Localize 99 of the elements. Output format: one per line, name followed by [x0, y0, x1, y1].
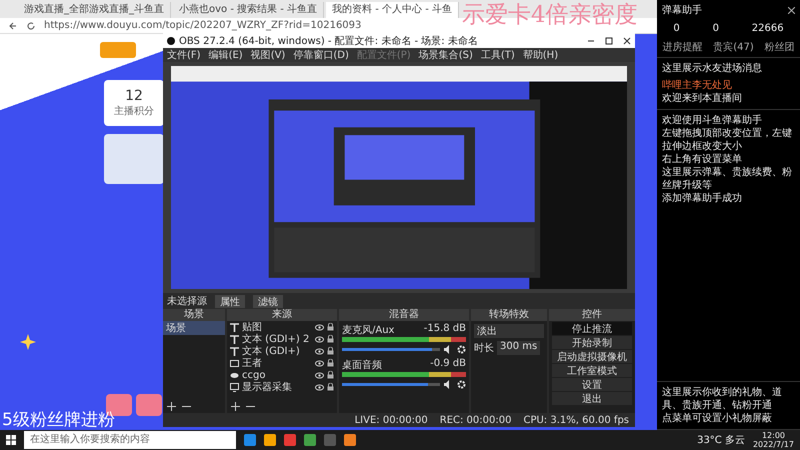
- channel-reading: -0.9 dB: [430, 358, 466, 371]
- close-icon[interactable]: [788, 6, 795, 14]
- transition-select[interactable]: 淡出: [474, 324, 544, 338]
- menu-item[interactable]: 编辑(E): [208, 48, 243, 62]
- panel-message: 这里展示你收到的礼物、道具、贵族开通、钻粉开通: [662, 386, 783, 412]
- channel-name: 麦克风/Aux: [342, 324, 394, 337]
- source-item[interactable]: ccgo: [242, 370, 312, 380]
- panel-tab[interactable]: 进房提醒: [662, 40, 702, 54]
- weather-text: 33°C 多云: [697, 434, 745, 447]
- obs-logo-icon: [167, 36, 175, 44]
- stat-count: 0: [712, 23, 719, 34]
- lock-icon[interactable]: [327, 323, 334, 331]
- stat-label: 主播积分: [114, 104, 154, 118]
- panel-header: 来源: [227, 309, 337, 321]
- add-icon[interactable]: [167, 402, 176, 411]
- control-button[interactable]: 设置: [552, 378, 632, 391]
- address-field[interactable]: https://www.douyu.com/topic/202207_WZRY_ZF?rid=10216093: [44, 20, 362, 32]
- source-item[interactable]: 显示器采集: [242, 380, 312, 394]
- panel-header: 控件: [549, 309, 635, 321]
- gift-overlay-text: 示爱卡4倍亲密度: [462, 1, 638, 30]
- user-name: 哔哩主李无处见: [662, 79, 732, 92]
- eye-icon[interactable]: [315, 360, 324, 366]
- panel-tab[interactable]: 贵宾(47): [713, 40, 754, 54]
- window-title: OBS 27.2.4 (64-bit, windows) - 配置文件: 未命名 - 场景: 未命名: [179, 34, 479, 48]
- settings-icon[interactable]: [457, 380, 466, 389]
- control-button[interactable]: 启动虚拟摄像机: [552, 350, 632, 363]
- fan-overlay-text: 5级粉丝牌进粉: [2, 409, 115, 431]
- close-icon[interactable]: [623, 36, 631, 44]
- menu-item[interactable]: 视图(V): [250, 48, 286, 62]
- back-icon[interactable]: [8, 20, 18, 30]
- volume-slider[interactable]: [342, 383, 440, 386]
- panel-message: 添加弹幕助手成功: [662, 192, 743, 205]
- eye-icon[interactable]: [315, 336, 324, 342]
- channel-reading: -15.8 dB: [424, 323, 466, 336]
- event-badge-placeholder: [136, 394, 162, 416]
- panel-header: 混音器: [339, 309, 469, 321]
- panel-header: 场景: [163, 309, 225, 321]
- window-source-icon: [230, 358, 239, 368]
- lock-icon[interactable]: [327, 371, 334, 379]
- status-text: CPU: 3.1%, 60.00 fps: [523, 414, 629, 426]
- panel-tab[interactable]: 粉丝团: [764, 40, 795, 54]
- source-item[interactable]: 王者: [242, 356, 312, 370]
- menu-item[interactable]: 场景集合(S): [418, 48, 473, 62]
- status-text: REC: 00:00:00: [440, 414, 512, 426]
- eye-icon[interactable]: [315, 324, 324, 330]
- panel-header: 转场特效: [471, 309, 547, 321]
- add-icon[interactable]: [231, 402, 240, 411]
- control-button[interactable]: 开始录制: [552, 336, 632, 349]
- eye-icon[interactable]: [315, 384, 324, 390]
- eye-icon[interactable]: [315, 348, 324, 354]
- stat-count: 0: [673, 23, 680, 34]
- lock-icon[interactable]: [327, 359, 334, 367]
- lock-icon[interactable]: [327, 383, 334, 391]
- entry-hint: 这里展示水友进场消息: [662, 62, 763, 75]
- source-toolbar-button[interactable]: 属性: [215, 294, 245, 308]
- panel-message: 左键拖拽顶部改变位置，左键拉伸边框改变大小: [662, 127, 793, 153]
- lock-icon[interactable]: [327, 335, 334, 343]
- status-text: LIVE: 00:00:00: [354, 414, 428, 426]
- source-item[interactable]: 文本 (GDI+): [242, 344, 312, 358]
- text-source-icon: [230, 334, 239, 344]
- taskbar-search-field[interactable]: 在这里输入你要搜索的内容: [24, 431, 236, 449]
- channel-name: 桌面音频: [342, 358, 382, 372]
- stat-count: 22666: [752, 23, 784, 34]
- control-button[interactable]: 退出: [552, 392, 632, 405]
- monitor-icon: [230, 382, 239, 392]
- stat-value: 12: [125, 88, 143, 104]
- lock-icon[interactable]: [327, 347, 334, 355]
- star-icon: [20, 334, 36, 350]
- text-source-icon: [230, 322, 239, 332]
- panel-message: 右上角有设置菜单: [662, 153, 743, 166]
- source-item[interactable]: 文本 (GDI+) 2: [242, 332, 312, 346]
- maximize-icon[interactable]: [605, 36, 613, 44]
- menu-item[interactable]: 文件(F): [167, 48, 201, 62]
- refresh-icon[interactable]: [26, 20, 36, 30]
- settings-icon[interactable]: [457, 345, 466, 354]
- panel-title: 弹幕助手: [662, 4, 702, 17]
- source-toolbar-button[interactable]: 滤镜: [253, 294, 283, 308]
- clock-date: 2022/7/17: [752, 440, 794, 449]
- source-item[interactable]: 贴图: [242, 320, 312, 334]
- volume-slider[interactable]: [342, 348, 440, 351]
- browser-tab[interactable]: 我的资料 - 个人中心 - 斗鱼: [326, 2, 460, 18]
- menu-item[interactable]: 停靠窗口(D): [293, 48, 349, 62]
- duration-field[interactable]: 300 ms: [497, 341, 540, 355]
- panel-message: 这里展示弹幕、贵族续费、粉丝牌升级等: [662, 166, 793, 192]
- duration-label: 时长: [474, 342, 494, 355]
- panel-message: 欢迎使用斗鱼弹幕助手: [662, 114, 763, 127]
- control-button[interactable]: 工作室模式: [552, 364, 632, 377]
- no-source-label: 未选择源: [167, 294, 207, 308]
- text-source-icon: [230, 346, 239, 356]
- anchor-card-placeholder: [104, 134, 164, 184]
- menu-item[interactable]: 帮助(H): [522, 48, 558, 62]
- scene-item[interactable]: 场景: [163, 321, 225, 335]
- eye-icon[interactable]: [315, 372, 324, 378]
- panel-message: 点菜单可设置小礼物屏蔽: [662, 412, 773, 425]
- start-icon[interactable]: [6, 435, 16, 445]
- entry-message: 欢迎来到本直播间: [662, 92, 742, 105]
- control-button[interactable]: 停止推流: [552, 322, 632, 335]
- menu-item[interactable]: 工具(T): [480, 48, 515, 62]
- clock-time: 12:00: [762, 431, 786, 440]
